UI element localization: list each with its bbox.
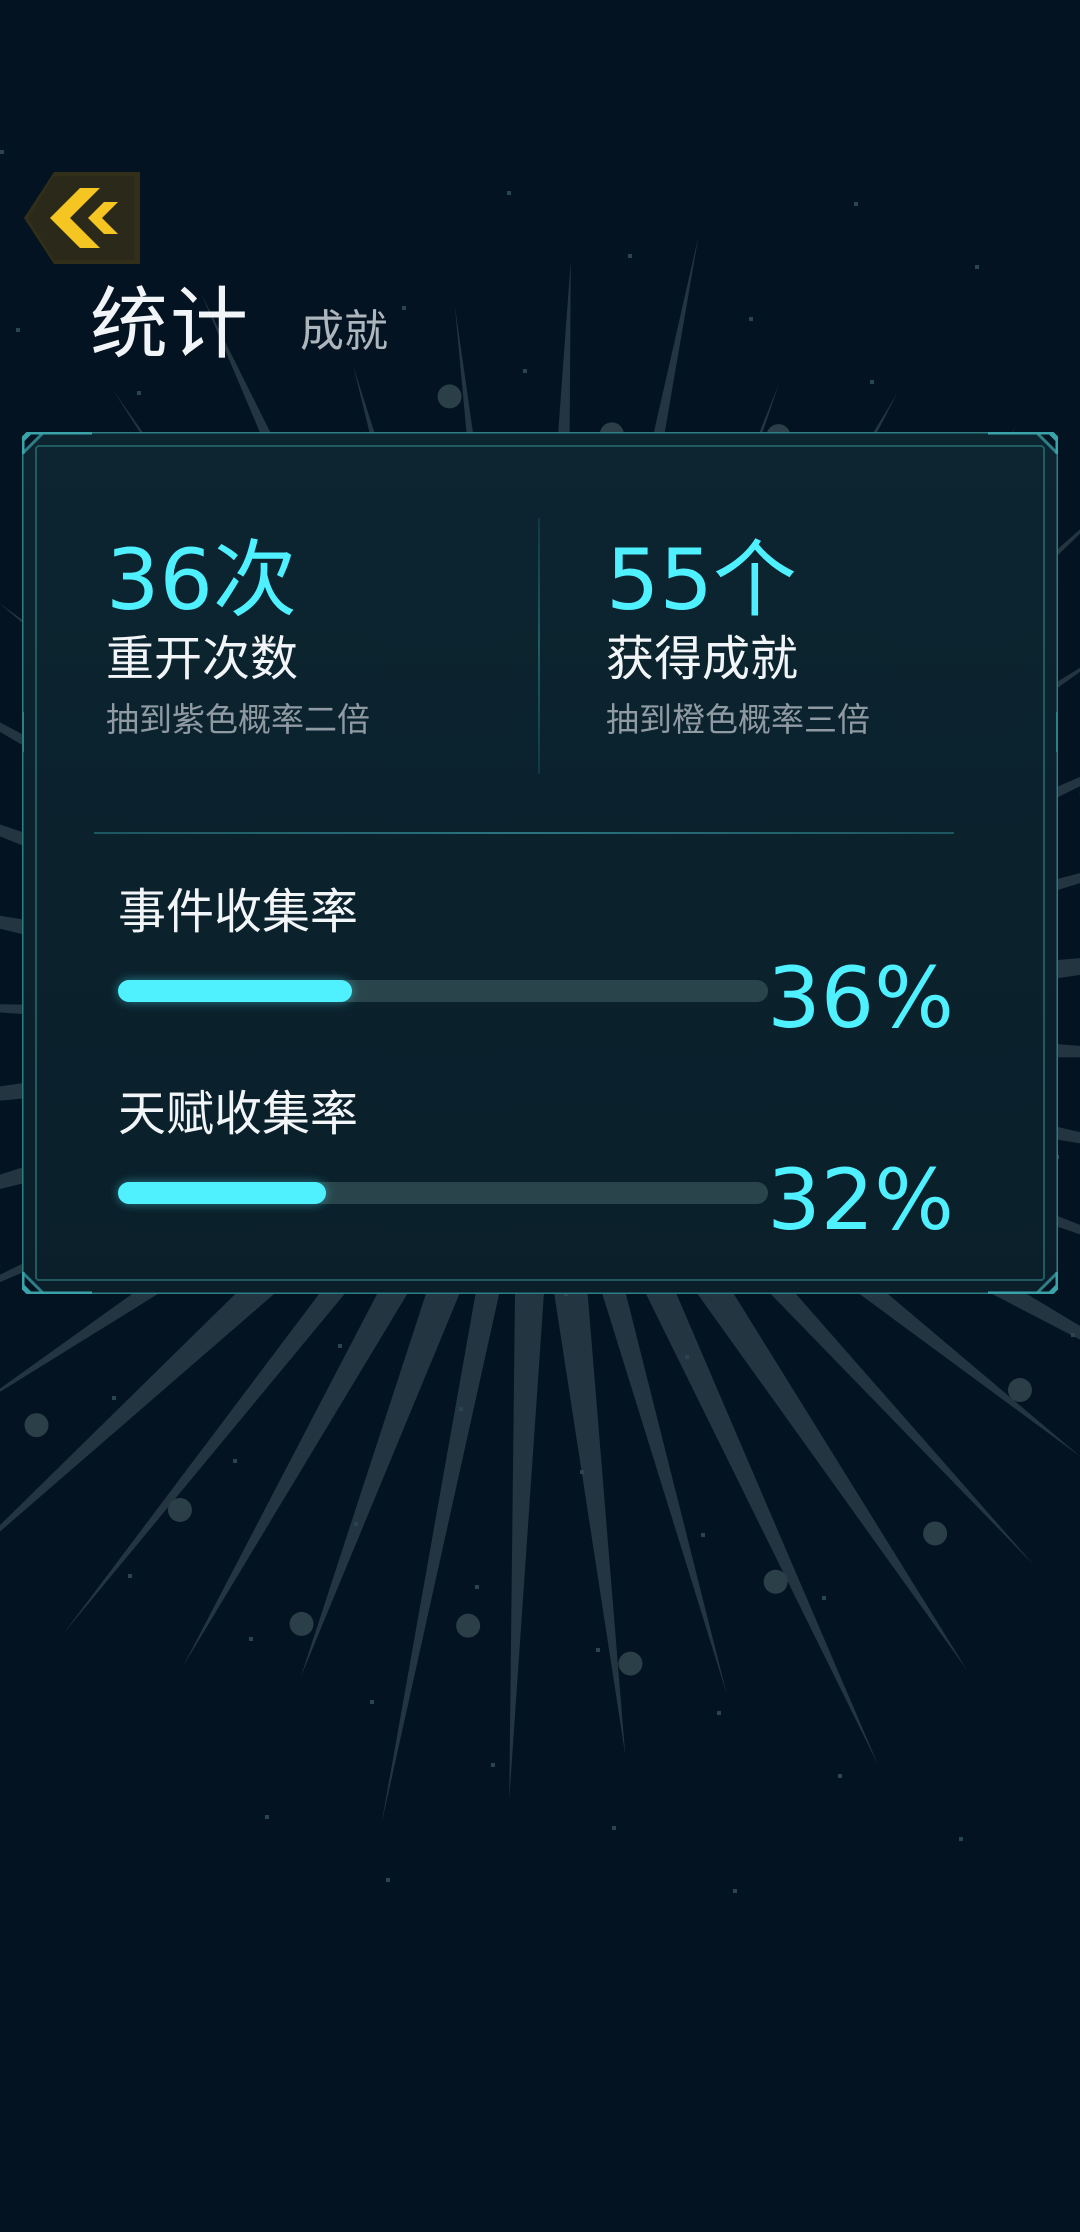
star-speck [265, 1815, 269, 1819]
achievement-count-stat: 55个 获得成就 抽到橙色概率三倍 [606, 532, 1026, 744]
star-speck [507, 191, 511, 195]
event-progress-fill [118, 980, 352, 1002]
star-speck [685, 1355, 689, 1359]
star-speck [612, 1826, 616, 1830]
star-speck [733, 1889, 737, 1893]
star-speck [628, 254, 632, 258]
talent-collection-percent: 32% [767, 1151, 954, 1249]
star-speck [1071, 1333, 1075, 1337]
sunburst-dot [1007, 1378, 1032, 1403]
star-speck [475, 1585, 479, 1589]
event-collection-percent: 36% [767, 949, 954, 1047]
star-speck [233, 1459, 237, 1463]
sunburst-dot [24, 1413, 49, 1438]
star-speck [854, 202, 858, 206]
star-speck [402, 306, 406, 310]
star-speck [112, 1396, 116, 1400]
tab-bar: 统计 成就 [90, 280, 388, 370]
star-speck [838, 1774, 842, 1778]
star-speck [749, 317, 753, 321]
star-speck [491, 1763, 495, 1767]
restart-count-value: 36次 [106, 531, 297, 629]
sunburst-dot [618, 1651, 643, 1676]
chevron-left-double-icon [24, 172, 140, 264]
star-speck [459, 1407, 463, 1411]
achievement-count-note: 抽到橙色概率三倍 [606, 700, 870, 739]
star-speck [580, 1470, 584, 1474]
star-speck [717, 1711, 721, 1715]
event-collection-label: 事件收集率 [118, 884, 359, 940]
talent-progress-fill [118, 1182, 326, 1204]
horizontal-divider [94, 832, 954, 834]
star-speck [16, 328, 20, 332]
vertical-divider [538, 518, 540, 774]
achievement-count-label: 获得成就 [606, 631, 799, 687]
star-speck [870, 380, 874, 384]
star-speck [523, 369, 527, 373]
restart-count-note: 抽到紫色概率二倍 [106, 700, 370, 739]
restart-count-label: 重开次数 [106, 631, 299, 687]
sunburst-dot [167, 1497, 192, 1522]
tab-achievements[interactable]: 成就 [300, 302, 388, 362]
star-speck [386, 1878, 390, 1882]
sunburst-dot [456, 1613, 481, 1638]
back-button[interactable] [24, 172, 140, 264]
star-speck [137, 391, 141, 395]
talent-progress-track [118, 1182, 768, 1204]
star-speck [354, 1522, 358, 1526]
star-speck [128, 1574, 132, 1578]
star-speck [822, 1596, 826, 1600]
star-speck [701, 1533, 705, 1537]
star-speck [338, 1344, 342, 1348]
talent-collection-label: 天赋收集率 [118, 1086, 359, 1142]
achievement-count-value: 55个 [606, 531, 797, 629]
star-speck [0, 150, 4, 154]
sunburst-dot [289, 1611, 314, 1636]
sunburst-dot [923, 1521, 948, 1546]
star-speck [959, 1837, 963, 1841]
event-progress-track [118, 980, 768, 1002]
sunburst-ray [596, 1267, 727, 1695]
star-speck [596, 1648, 600, 1652]
star-speck [249, 1637, 253, 1641]
talent-collection-rate: 天赋收集率 32% [118, 1082, 978, 1252]
restart-count-stat: 36次 重开次数 抽到紫色概率二倍 [106, 532, 526, 744]
sunburst-dot [763, 1569, 788, 1594]
sunburst-dot [437, 384, 462, 409]
sunburst-ray [381, 1272, 503, 1825]
star-speck [370, 1700, 374, 1704]
tab-statistics[interactable]: 统计 [90, 280, 250, 370]
event-collection-rate: 事件收集率 36% [118, 880, 978, 1050]
star-speck [975, 265, 979, 269]
sunburst-ray [509, 1239, 548, 1800]
statistics-panel: 36次 重开次数 抽到紫色概率二倍 55个 获得成就 抽到橙色概率三倍 事件收集… [22, 432, 1058, 1294]
